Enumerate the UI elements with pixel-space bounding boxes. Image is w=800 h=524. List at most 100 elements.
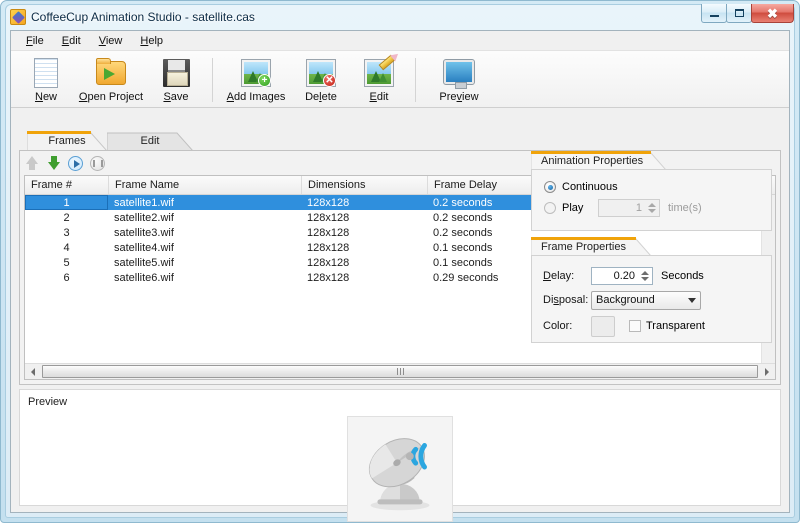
column-header-frame-name[interactable]: Frame Name — [108, 176, 301, 194]
play-label: Play — [562, 202, 584, 214]
cell-frame-number: 2 — [63, 211, 70, 224]
menu-file[interactable]: File — [17, 33, 53, 49]
color-label: Color: — [543, 320, 573, 332]
tab-edit-label: Edit — [140, 135, 160, 147]
edit-button[interactable]: Edit — [350, 54, 408, 103]
seconds-label: Seconds — [661, 270, 704, 282]
frames-panel-body: Frame # Frame Name Dimensions Frame Dela… — [19, 150, 781, 385]
disposal-select[interactable]: Background — [591, 290, 701, 310]
animation-properties-body: Continuous Play 1 time(s) — [531, 169, 772, 231]
continuous-label: Continuous — [562, 181, 618, 193]
tab-frames-label: Frames — [48, 135, 86, 147]
delay-stepper[interactable]: 0.20 — [591, 267, 653, 285]
chevron-down-icon — [688, 297, 696, 303]
open-project-button-label: Open Project — [78, 91, 144, 103]
new-button-label: New — [34, 91, 57, 103]
move-up-button[interactable] — [24, 156, 40, 172]
delay-arrows[interactable] — [639, 271, 651, 281]
coffeecup-app-icon — [10, 9, 26, 25]
preview-label: Preview — [28, 396, 68, 408]
save-button-label: Save — [163, 91, 189, 103]
frames-panel: Edit Frames Frame # Frame Name Dimension… — [19, 131, 781, 385]
cell-frame-number: 5 — [63, 256, 70, 269]
delay-label: Delay: — [543, 270, 575, 282]
delete-button[interactable]: ✕ Delete — [292, 54, 350, 103]
main-toolbar: New Open Project Save + Add Images ✕ Del… — [11, 51, 789, 108]
play-button[interactable] — [68, 156, 84, 172]
menu-edit[interactable]: Edit — [53, 33, 90, 49]
color-swatch[interactable] — [591, 315, 615, 337]
properties-pane: Animation Properties Continuous Play 1 t… — [525, 151, 776, 380]
toolbar-separator-2 — [415, 58, 416, 102]
frame-properties-group: Frame Properties Delay: 0.20 Seconds Dis… — [531, 237, 772, 343]
tab-edit[interactable]: Edit — [107, 131, 193, 151]
tab-frames[interactable]: Frames — [27, 131, 107, 151]
cell-frame-number: 3 — [63, 226, 70, 239]
minimize-button[interactable] — [701, 4, 727, 23]
continuous-radio[interactable] — [544, 181, 556, 193]
cell-frame-number: 6 — [63, 271, 70, 284]
save-button[interactable]: Save — [147, 54, 205, 103]
satellite-dish-graphic — [368, 438, 430, 511]
menu-view[interactable]: View — [90, 33, 132, 49]
open-project-button[interactable]: Open Project — [75, 54, 147, 103]
disposal-row: Disposal: Background — [543, 289, 771, 311]
cell-frame-name: satellite6.wif — [114, 271, 174, 284]
close-button[interactable]: ✖ — [751, 4, 794, 23]
add-images-button-label: Add Images — [226, 91, 286, 103]
monitor-preview-icon — [443, 57, 475, 89]
scroll-left-button[interactable] — [25, 364, 41, 379]
client-area: File Edit View Help New Open Project Sav… — [10, 30, 790, 522]
floppy-disk-icon — [160, 57, 192, 89]
continuous-radio-row[interactable]: Continuous — [544, 178, 771, 196]
maximize-button[interactable] — [726, 4, 752, 23]
column-header-frame-number[interactable]: Frame # — [25, 176, 108, 194]
preview-button[interactable]: Preview — [423, 54, 495, 103]
menu-help[interactable]: Help — [131, 33, 172, 49]
transparent-checkbox-row[interactable]: Transparent — [629, 320, 705, 332]
frame-properties-title: Frame Properties — [541, 240, 626, 253]
animation-properties-group: Animation Properties Continuous Play 1 t… — [531, 151, 772, 231]
cell-frame-name: satellite5.wif — [114, 256, 174, 269]
play-count-stepper[interactable]: 1 — [598, 199, 660, 217]
edit-button-label: Edit — [369, 91, 389, 103]
disposal-label: Disposal: — [543, 294, 589, 306]
play-count-arrows[interactable] — [646, 203, 658, 213]
cell-frame-name: satellite1.wif — [114, 196, 174, 209]
cell-frame-name: satellite4.wif — [114, 241, 174, 254]
delay-value: 0.20 — [613, 270, 635, 282]
cell-frame-name: satellite3.wif — [114, 226, 174, 239]
window-controls: ✖ — [701, 4, 794, 23]
disposal-value: Background — [596, 294, 655, 306]
play-radio[interactable] — [544, 202, 556, 214]
add-image-icon: + — [240, 57, 272, 89]
move-down-button[interactable] — [46, 156, 62, 172]
column-header-dimensions[interactable]: Dimensions — [301, 176, 427, 194]
cell-dimensions: 128x128 — [307, 271, 350, 284]
close-icon: ✖ — [767, 5, 778, 21]
delete-image-icon: ✕ — [305, 57, 337, 89]
window-title: CoffeeCup Animation Studio - satellite.c… — [31, 10, 255, 24]
transparent-checkbox[interactable] — [629, 320, 641, 332]
minimize-icon — [709, 14, 719, 17]
menu-bar: File Edit View Help — [11, 31, 789, 51]
pause-button[interactable] — [90, 156, 106, 172]
frame-list-toolbar — [24, 154, 106, 174]
open-folder-icon — [95, 57, 127, 89]
play-radio-row[interactable]: Play 1 time(s) — [544, 199, 771, 217]
times-label: time(s) — [668, 202, 702, 214]
cell-dimensions: 128x128 — [307, 226, 350, 239]
add-images-button[interactable]: + Add Images — [220, 54, 292, 103]
frame-properties-body: Delay: 0.20 Seconds Disposal: Background… — [531, 255, 772, 343]
preview-button-label: Preview — [439, 91, 479, 103]
maximize-icon — [734, 9, 744, 17]
delete-button-label: Delete — [305, 91, 337, 103]
cell-dimensions: 128x128 — [307, 211, 350, 224]
edit-image-icon — [363, 54, 396, 89]
new-button[interactable]: New — [17, 54, 75, 103]
cell-frame-number: 4 — [63, 241, 70, 254]
cell-frame-number: 1 — [63, 196, 70, 209]
play-count-value: 1 — [635, 202, 642, 214]
animation-properties-tab: Animation Properties — [531, 151, 666, 170]
new-document-icon — [30, 57, 62, 89]
